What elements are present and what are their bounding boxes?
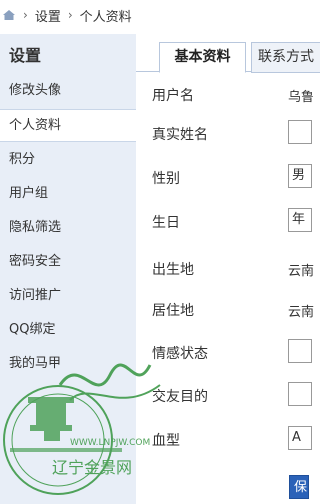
breadcrumb-separator: › xyxy=(67,8,73,22)
dating-purpose-input[interactable] xyxy=(288,382,312,406)
save-button[interactable]: 保存 xyxy=(289,475,309,499)
home-icon[interactable] xyxy=(2,9,16,21)
tab-contact[interactable]: 联系方式 xyxy=(251,42,320,73)
breadcrumb-item-profile[interactable]: 个人资料 xyxy=(80,6,132,25)
birthday-year-select[interactable]: 年 xyxy=(288,208,312,232)
sidebar-item-usergroup[interactable]: 用户组 xyxy=(0,177,136,210)
sidebar-item-privacy[interactable]: 隐私筛选 xyxy=(0,211,136,244)
tab-basic-info[interactable]: 基本资料 xyxy=(159,42,246,73)
tab-bar: 基本资料 联系方式 xyxy=(136,34,320,73)
marital-status-select[interactable] xyxy=(288,339,312,363)
dating-purpose-label: 交友目的 xyxy=(152,389,208,405)
sidebar-title: 设置 xyxy=(9,46,42,65)
sidebar-item-points[interactable]: 积分 xyxy=(0,143,136,176)
marital-status-label: 情感状态 xyxy=(152,346,208,362)
breadcrumb-separator: › xyxy=(23,8,28,22)
sidebar-item-promotion[interactable]: 访问推广 xyxy=(0,279,136,312)
sidebar-item-avatar[interactable]: 修改头像 xyxy=(0,74,136,107)
sidebar-item-profile[interactable]: 个人资料 xyxy=(0,109,136,142)
birthday-label: 生日 xyxy=(152,215,180,231)
username-label: 用户名 xyxy=(152,88,194,104)
breadcrumb: › 设置 › 个人资料 xyxy=(0,0,306,30)
username-value: 乌鲁 xyxy=(288,90,315,105)
residence-label: 居住地 xyxy=(152,303,194,319)
realname-label: 真实姓名 xyxy=(152,127,208,143)
sidebar-item-password[interactable]: 密码安全 xyxy=(0,245,136,278)
gender-label: 性别 xyxy=(152,171,180,187)
residence-value: 云南 xyxy=(288,305,315,320)
sidebar: 设置 修改头像 个人资料 积分 用户组 隐私筛选 密码安全 访问推广 QQ绑定 … xyxy=(0,34,136,504)
gender-select[interactable]: 男 xyxy=(288,164,312,188)
birthplace-value: 云南 xyxy=(288,264,315,279)
blood-type-label: 血型 xyxy=(152,433,180,449)
blood-type-select[interactable]: A xyxy=(288,426,312,450)
breadcrumb-item-settings[interactable]: 设置 xyxy=(35,6,61,25)
sidebar-item-alt-accounts[interactable]: 我的马甲 xyxy=(0,347,136,380)
birthplace-label: 出生地 xyxy=(152,262,194,278)
realname-input[interactable] xyxy=(288,120,312,144)
sidebar-item-qq-binding[interactable]: QQ绑定 xyxy=(0,313,136,346)
